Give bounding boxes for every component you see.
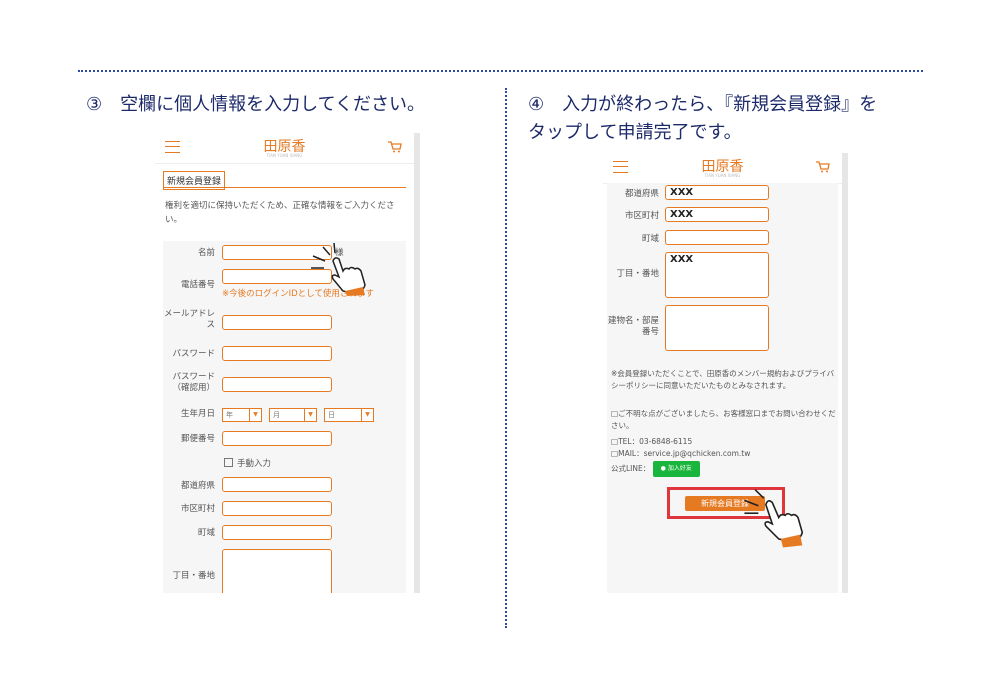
password-confirm-label: パスワード（確認用） — [172, 372, 215, 393]
prefecture-input[interactable]: XXX — [665, 185, 769, 200]
town-input[interactable] — [665, 230, 769, 245]
city-input[interactable]: XXX — [665, 207, 769, 222]
mail-line: □MAIL：service.jp@qchicken.com.tw — [611, 449, 751, 458]
line-button-label: 加入好友 — [667, 465, 692, 472]
chome-input[interactable]: XXX — [665, 252, 769, 298]
city-label: 市区町村 — [624, 211, 659, 221]
postal-label: 郵便番号 — [180, 434, 215, 444]
building-input[interactable] — [665, 305, 769, 351]
password-input[interactable] — [222, 346, 332, 361]
email-label: メールアドレス — [163, 309, 215, 330]
tap-hand-icon — [311, 242, 366, 296]
cart-icon[interactable] — [388, 141, 402, 153]
tap-hand-icon — [744, 489, 804, 548]
birth-month-select[interactable]: 月 ▼ — [269, 408, 317, 422]
prefecture-input[interactable] — [222, 477, 332, 492]
chome-label: 丁目・番地 — [172, 571, 215, 581]
chevron-down-icon: ▼ — [304, 409, 316, 421]
email-input[interactable] — [222, 315, 332, 330]
app-header: 田原香 TIAN YUAN XIANG — [155, 133, 414, 164]
terms-text: ※会員登録いただくことで、田原香のメンバー規約およびプライバシーポリシーに同意い… — [611, 369, 835, 390]
phone-screenshot-form: 田原香 TIAN YUAN XIANG 新規会員登録 権利を適切に保持いただくた… — [155, 133, 420, 593]
mail-text[interactable]: MAIL：service.jp@qchicken.com.tw — [618, 449, 750, 458]
dotted-divider-top — [78, 70, 923, 72]
manual-input-label: 手動入力 — [237, 459, 272, 469]
birth-year-value: 年 — [226, 411, 233, 419]
cart-icon[interactable] — [816, 161, 830, 173]
password-confirm-input[interactable] — [222, 377, 332, 392]
app-logo-subtitle: TIAN YUAN XIANG — [704, 173, 741, 178]
contact-intro-text: ご不明な点がございましたら、お客様窓口までお問い合わせください。 — [611, 409, 836, 430]
password-label: パスワード — [172, 349, 215, 359]
scrollbar[interactable] — [414, 133, 420, 593]
birth-month-value: 月 — [273, 411, 280, 419]
phone-label: 電話番号 — [180, 280, 215, 290]
chome-input[interactable] — [222, 549, 332, 593]
line-add-friend-button[interactable]: ● 加入好友 — [652, 461, 700, 477]
town-label: 町域 — [641, 234, 659, 244]
prefecture-label: 都道府県 — [624, 189, 659, 199]
checkbox-icon — [224, 458, 233, 467]
birthday-label: 生年月日 — [180, 409, 215, 419]
postal-input[interactable] — [222, 431, 332, 446]
chevron-down-icon: ▼ — [249, 409, 261, 421]
prefecture-label: 都道府県 — [180, 481, 215, 491]
phone-screenshot-submit: 田原香 TIAN YUAN XIANG 都道府県 XXX 市区町村 XXX 町域… — [603, 153, 848, 593]
town-label: 町域 — [197, 528, 215, 538]
chevron-down-icon: ▼ — [361, 409, 373, 421]
step-3-title: ③ 空欄に個人情報を入力してください。 — [86, 94, 426, 115]
app-header: 田原香 TIAN YUAN XIANG — [603, 153, 842, 184]
app-logo-subtitle: TIAN YUAN XIANG — [266, 153, 303, 158]
city-input[interactable] — [222, 501, 332, 516]
birth-year-select[interactable]: 年 ▼ — [222, 408, 262, 422]
scrollbar[interactable] — [842, 153, 848, 593]
step-4-title: ④ 入力が終わったら、『新規会員登録』を タップして申請完了です。 — [528, 94, 878, 143]
dotted-divider-vertical — [505, 88, 507, 628]
section-underline — [163, 187, 406, 188]
birth-day-value: 日 — [328, 411, 335, 419]
tel-text: TEL：03-6848-6115 — [618, 437, 693, 446]
town-input[interactable] — [222, 525, 332, 540]
building-label: 建物名・部屋番号 — [607, 316, 659, 337]
city-label: 市区町村 — [180, 504, 215, 514]
line-icon: ● — [660, 465, 666, 472]
birth-day-select[interactable]: 日 ▼ — [324, 408, 374, 422]
chome-label: 丁目・番地 — [616, 269, 659, 279]
name-label: 名前 — [197, 248, 215, 258]
line-label: 公式LINE： — [611, 464, 651, 473]
tel-line: □TEL：03-6848-6115 — [611, 437, 693, 446]
phone-screen: 田原香 TIAN YUAN XIANG 新規会員登録 権利を適切に保持いただくた… — [155, 133, 414, 593]
intro-text: 権利を適切に保持いただくため、正確な情報をご入力ください。 — [165, 201, 395, 225]
manual-input-checkbox[interactable]: 手動入力 — [224, 457, 271, 469]
line-row: 公式LINE： ● 加入好友 — [611, 461, 839, 477]
contact-intro: □ご不明な点がございましたら、お客様窓口までお問い合わせください。 — [611, 409, 836, 430]
